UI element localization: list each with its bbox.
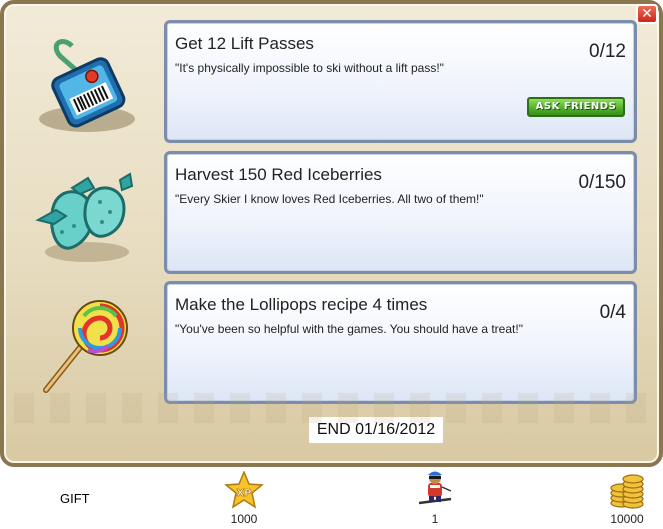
task-card-lollipops: Make the Lollipops recipe 4 times "You'v… bbox=[164, 281, 637, 404]
ask-friends-button[interactable]: ASK FRIENDS bbox=[527, 97, 625, 117]
skier-value: 1 bbox=[431, 512, 439, 526]
xp-star-icon: XP bbox=[224, 470, 264, 509]
task-quote: "It's physically impossible to ski witho… bbox=[175, 61, 444, 75]
task-card-lift-passes: Get 12 Lift Passes "It's physically impo… bbox=[164, 20, 637, 143]
coins-reward: 10000 bbox=[597, 471, 657, 526]
reward-bar: GIFT XP 1000 1 10000 bbox=[0, 467, 663, 529]
task-quote: "Every Skier I know loves Red Iceberries… bbox=[175, 192, 484, 206]
xp-icon-text: XP bbox=[236, 488, 251, 499]
quest-dialog: ✕ Get 12 Lift Passes "It's physically im… bbox=[0, 0, 663, 467]
task-title: Harvest 150 Red Iceberries bbox=[175, 165, 382, 184]
xp-value: 1000 bbox=[230, 512, 258, 526]
task-title: Make the Lollipops recipe 4 times bbox=[175, 295, 428, 314]
skier-reward: 1 bbox=[405, 469, 465, 526]
task-title: Get 12 Lift Passes bbox=[175, 34, 314, 53]
coin-stack-icon bbox=[610, 474, 644, 509]
task-quote: "You've been so helpful with the games. … bbox=[175, 322, 523, 336]
close-button[interactable]: ✕ bbox=[636, 4, 658, 24]
end-date-label: END 01/16/2012 bbox=[309, 417, 443, 443]
task-card-iceberries: Harvest 150 Red Iceberries "Every Skier … bbox=[164, 151, 637, 274]
coins-value: 10000 bbox=[610, 512, 644, 526]
lollipop-icon bbox=[43, 300, 128, 393]
task-progress: 0/150 bbox=[578, 172, 626, 193]
iceberries-icon bbox=[35, 172, 134, 262]
xp-reward: XP 1000 bbox=[214, 470, 274, 526]
lift-pass-icon bbox=[39, 39, 135, 132]
gift-label: GIFT bbox=[60, 491, 90, 506]
skier-character-icon bbox=[418, 471, 452, 505]
task-progress: 0/4 bbox=[599, 302, 626, 323]
task-progress: 0/12 bbox=[589, 41, 626, 62]
